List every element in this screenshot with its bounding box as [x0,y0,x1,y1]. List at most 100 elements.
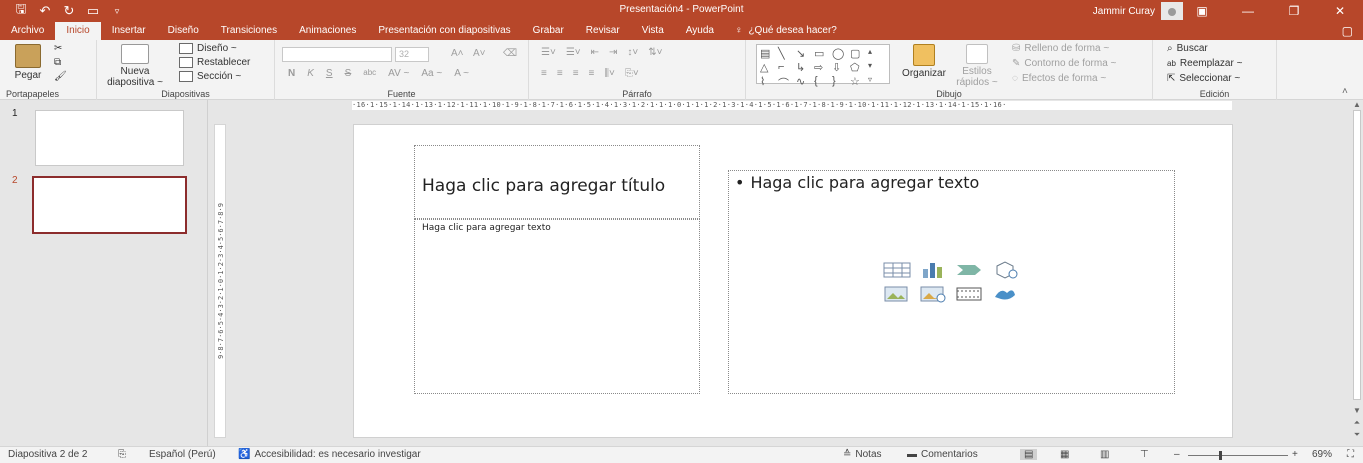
accessibility-status[interactable]: ♿ Accesibilidad: es necesario investigar [238,449,421,460]
insert-icons-icon[interactable] [991,285,1019,303]
slide-sorter-icon[interactable]: ▦ [1060,449,1069,460]
slide-canvas[interactable]: Haga clic para agregar título Haga clic … [353,124,1233,438]
fit-to-window-icon[interactable]: ⛶ [1347,449,1354,460]
strikethrough-button[interactable]: S [345,68,352,79]
smartart-icon[interactable]: ⎘˅ [625,68,639,79]
zoom-in-button[interactable]: + [1292,449,1298,460]
copy-icon[interactable]: ⧉ [54,57,61,68]
format-painter-icon[interactable]: 🖌 [54,71,67,82]
zoom-out-button[interactable]: – [1174,449,1180,460]
tab-presentacion[interactable]: Presentación con diapositivas [367,22,521,40]
tab-insertar[interactable]: Insertar [101,22,157,40]
content-placeholder[interactable]: • Haga clic para agregar texto [728,170,1175,394]
zoom-level[interactable]: 69% [1312,449,1332,460]
slide-thumbnail-2[interactable] [32,176,187,234]
text-placeholder[interactable]: Haga clic para agregar texto [414,219,700,394]
align-left-icon[interactable]: ≡ [541,68,547,79]
char-spacing-button[interactable]: AV ~ [388,68,409,79]
close-icon[interactable]: ✕ [1317,0,1363,22]
zoom-slider[interactable] [1188,455,1288,456]
find-button[interactable]: ⌕ Buscar [1167,43,1208,54]
font-size-combo[interactable]: 32 [395,47,429,62]
insert-smartart-icon[interactable] [955,261,983,279]
triangle-shape-icon[interactable]: △ [760,61,776,74]
insert-table-icon[interactable] [883,261,911,279]
insert-chart-icon[interactable] [919,261,947,279]
slideshow-icon[interactable]: ⊤ [1140,449,1149,460]
replace-button[interactable]: ab Reemplazar ~ [1167,58,1242,69]
tab-inicio[interactable]: Inicio [55,22,101,40]
select-button[interactable]: ⇱ Seleccionar ~ [1167,73,1240,84]
tab-archivo[interactable]: Archivo [0,22,55,40]
change-case-button[interactable]: Aa ~ [421,68,442,79]
paste-button[interactable]: Pegar [8,44,48,81]
redo-icon[interactable]: ↻ [58,1,80,21]
tab-vista[interactable]: Vista [631,22,675,40]
title-placeholder[interactable]: Haga clic para agregar título [414,145,700,219]
rounded-rect-shape-icon[interactable]: ▢ [850,47,866,60]
reset-button[interactable]: Restablecer [179,57,250,68]
line-spacing-icon[interactable]: ↕˅ [627,47,638,58]
cut-icon[interactable]: ✂ [54,43,62,54]
save-icon[interactable]: 🖫 [10,1,32,21]
collapse-ribbon-icon[interactable]: ˄ [1342,86,1348,97]
layout-button[interactable]: Diseño ~ [179,43,237,54]
customize-qat-icon[interactable]: ▿ [106,1,128,21]
freeform-shape-icon[interactable]: ⌇ [760,75,776,91]
zoom-slider-thumb[interactable] [1219,451,1222,460]
bullets-icon[interactable]: ☰˅ [541,47,556,58]
font-color-button[interactable]: A ~ [454,68,469,79]
arrange-button[interactable]: Organizar [896,44,952,79]
increase-indent-icon[interactable]: ⇥ [609,47,617,58]
shadow-button[interactable]: abc [363,68,376,79]
tab-grabar[interactable]: Grabar [522,22,575,40]
align-right-icon[interactable]: ≡ [573,68,579,79]
comments-button[interactable]: ▬ Comentarios [907,449,978,460]
language-indicator[interactable]: Español (Perú) [149,449,216,460]
numbering-icon[interactable]: ☰˅ [566,47,581,58]
insert-online-picture-icon[interactable] [919,285,947,303]
gallery-more-icon[interactable]: ▿ [868,75,884,91]
quick-styles-button[interactable]: Estilos rápidos ~ [952,44,1002,88]
tab-transiciones[interactable]: Transiciones [210,22,288,40]
previous-slide-icon[interactable]: ⏶ [1351,418,1363,428]
next-slide-icon[interactable]: ⏷ [1351,430,1363,440]
textbox-shape-icon[interactable]: ▤ [760,47,776,60]
account-area[interactable]: Jammir Curay [1093,2,1183,20]
shapes-gallery[interactable]: ▤ ╲ ↘ ▭ ◯ ▢ ▴ △ ⌐ ↳ ⇨ ⇩ ⬠ ▾ ⌇ ⌒ ∿ { } ☆ … [756,44,890,90]
shape-outline-button[interactable]: ✎ Contorno de forma ~ [1012,58,1116,69]
justify-icon[interactable]: ≡ [589,68,595,79]
spellcheck-icon[interactable]: ⎘ [118,449,126,460]
scroll-down-icon[interactable]: ▼ [1351,406,1363,415]
scroll-up-icon[interactable]: ▲ [1351,100,1363,109]
align-center-icon[interactable]: ≡ [557,68,563,79]
arc-shape-icon[interactable]: ⌒ [778,75,794,91]
section-button[interactable]: Sección ~ [179,71,241,82]
shrink-font-icon[interactable]: A˅ [473,48,486,59]
line-shape-icon[interactable]: ╲ [778,47,794,60]
down-arrow-shape-icon[interactable]: ⇩ [832,61,848,74]
notes-button[interactable]: ≙ Notas [843,449,882,460]
restore-icon[interactable]: ❐ [1271,0,1317,22]
minimize-icon[interactable]: — [1225,0,1271,22]
elbow-arrow-shape-icon[interactable]: ↳ [796,61,812,74]
reading-view-icon[interactable]: ▥ [1100,449,1109,460]
vertical-scrollbar[interactable]: ▲ ▼ ⏶ ⏷ [1351,100,1363,446]
gallery-scroll-up-icon[interactable]: ▴ [868,47,884,60]
bold-button[interactable]: N [288,68,295,79]
insert-3d-model-icon[interactable] [991,261,1019,279]
shape-fill-button[interactable]: ⛁ Relleno de forma ~ [1012,43,1109,54]
oval-shape-icon[interactable]: ◯ [832,47,848,60]
gallery-scroll-down-icon[interactable]: ▾ [868,61,884,74]
tab-animaciones[interactable]: Animaciones [288,22,367,40]
new-slide-button[interactable]: Nueva diapositiva ~ [103,44,167,88]
right-arrow-shape-icon[interactable]: ⇨ [814,61,830,74]
italic-button[interactable]: K [307,68,314,79]
ribbon-display-options-icon[interactable]: ▣ [1179,0,1225,22]
left-brace-shape-icon[interactable]: { [814,75,830,91]
slide-thumbnail-1[interactable] [35,110,184,166]
rectangle-shape-icon[interactable]: ▭ [814,47,830,60]
columns-icon[interactable]: ⫼˅ [604,68,614,79]
pentagon-shape-icon[interactable]: ⬠ [850,61,866,74]
font-name-combo[interactable] [282,47,392,62]
